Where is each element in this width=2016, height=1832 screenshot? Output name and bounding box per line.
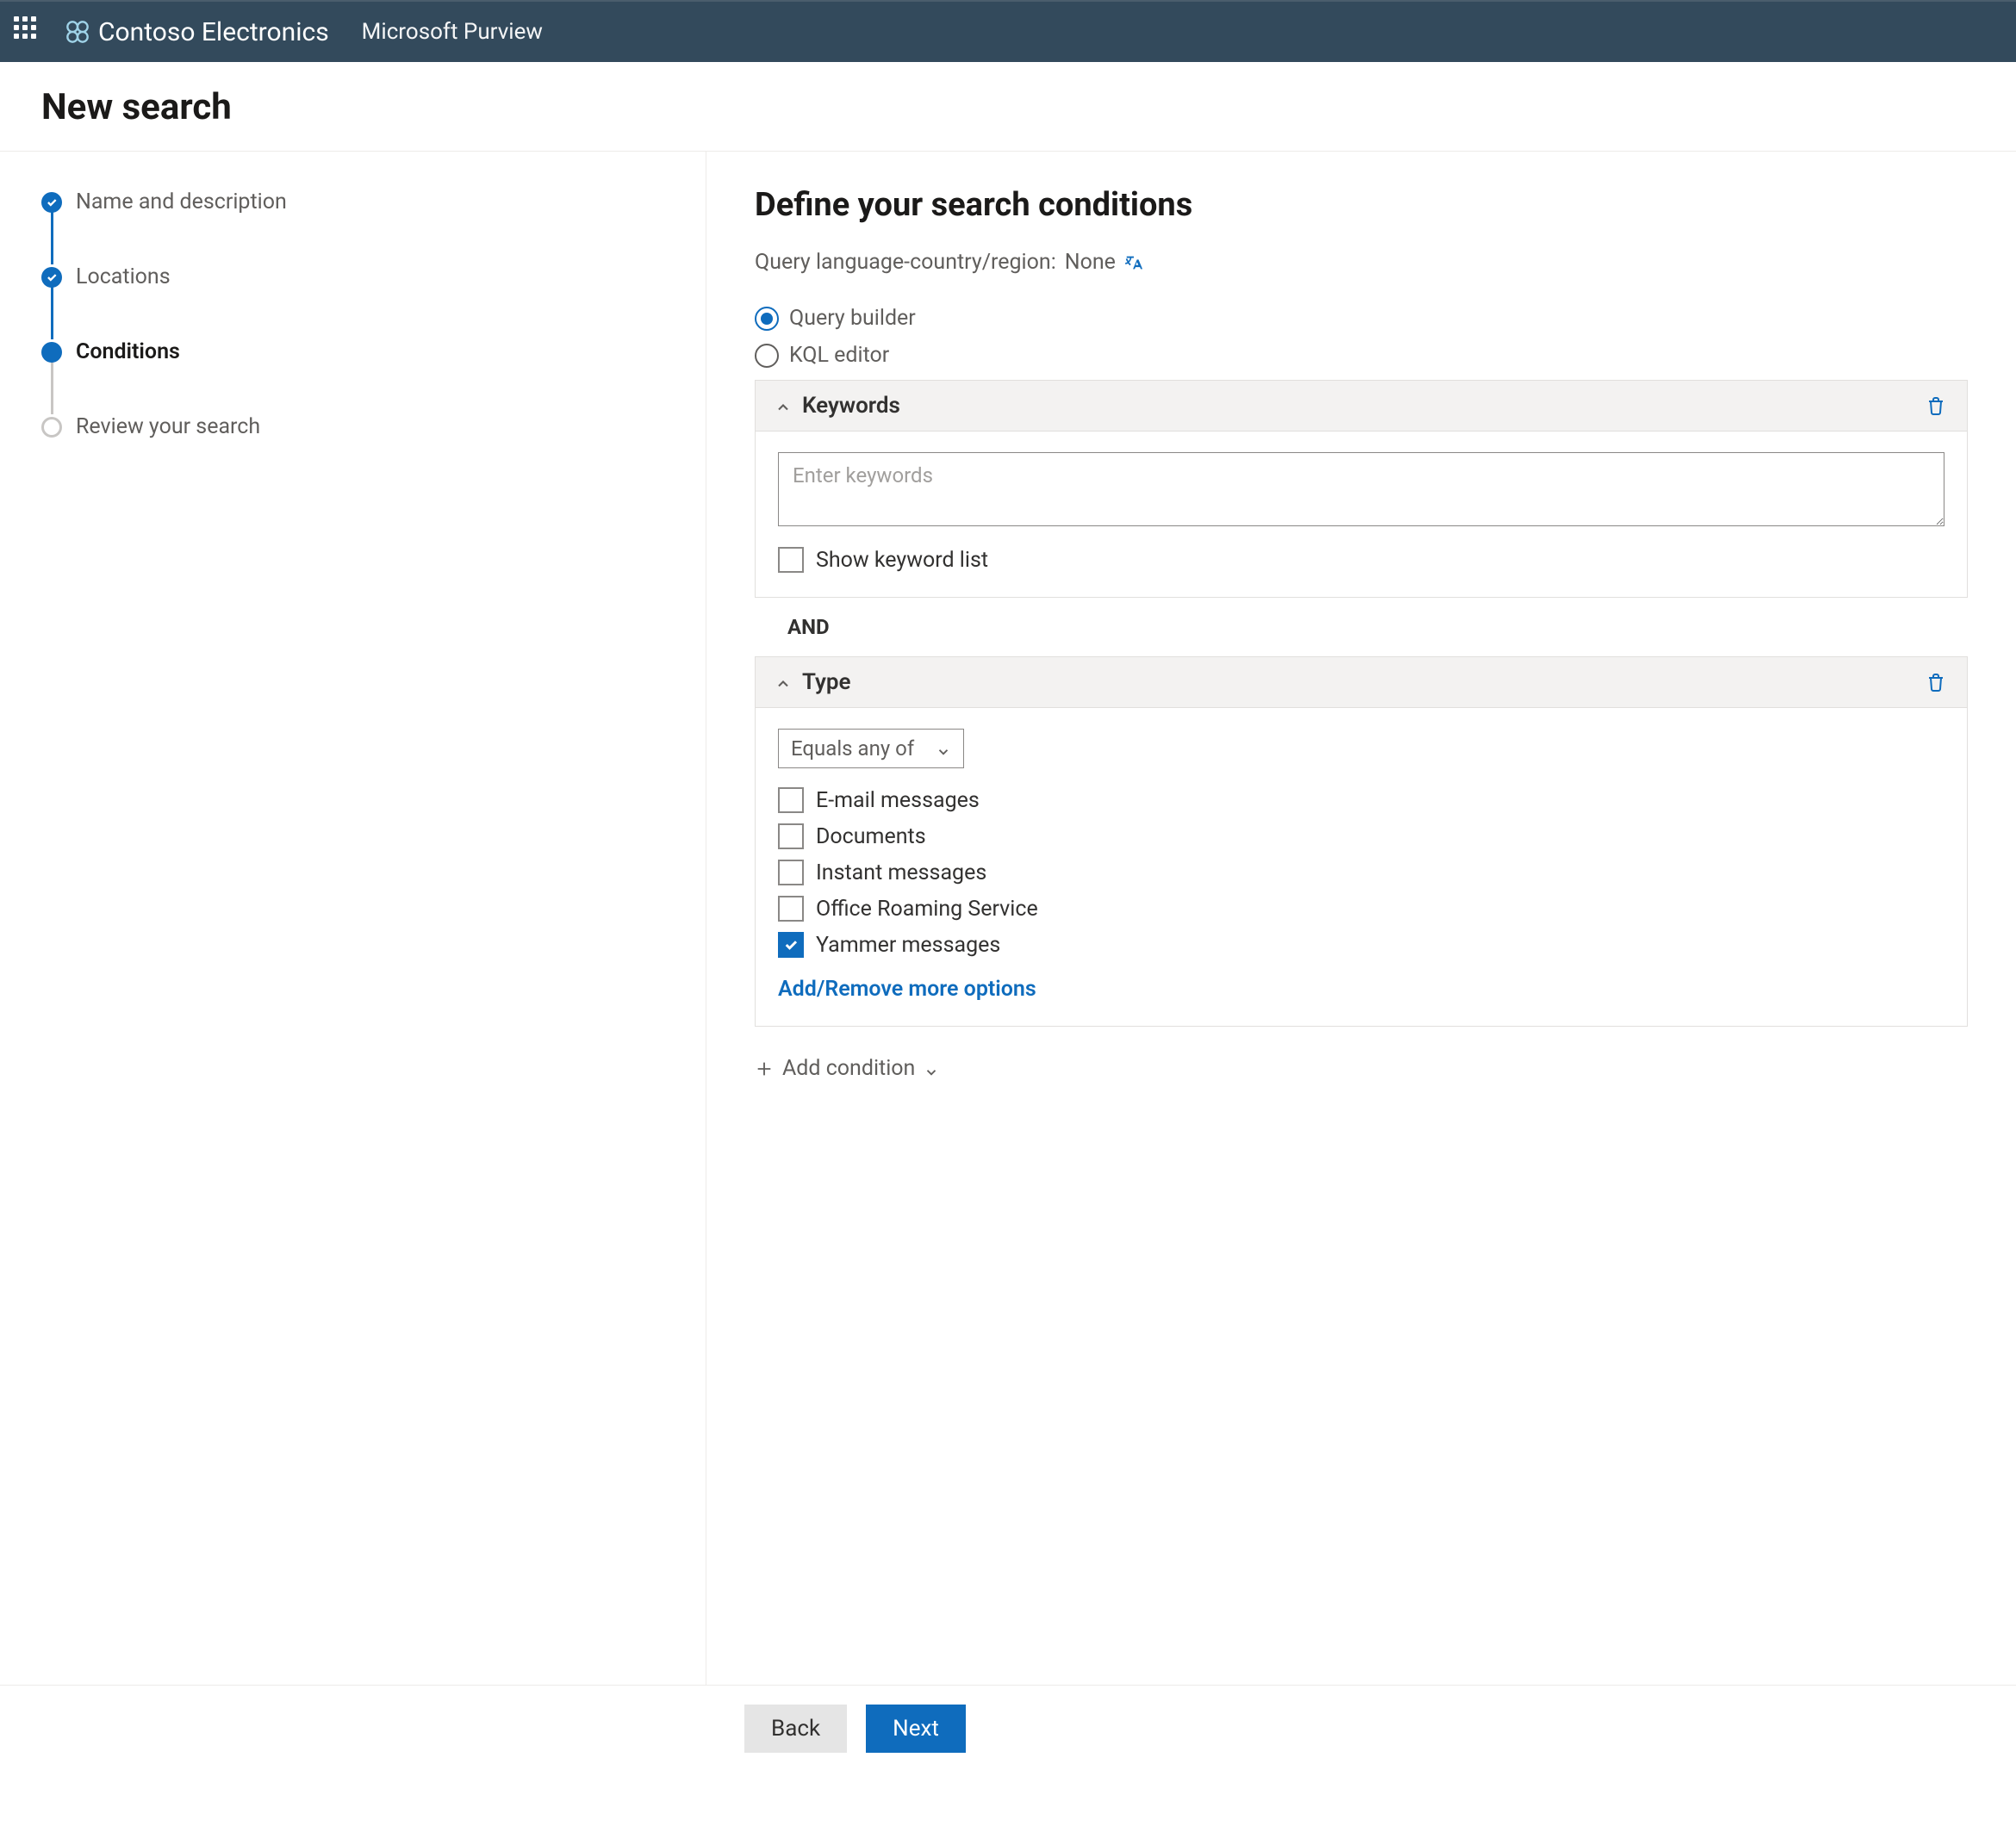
org-logo-icon bbox=[65, 20, 90, 44]
checkbox-icon bbox=[778, 860, 804, 885]
app-launcher-icon[interactable] bbox=[14, 16, 45, 47]
chevron-down-icon bbox=[924, 1061, 939, 1077]
checkbox-label: Instant messages bbox=[816, 860, 986, 885]
keywords-input[interactable] bbox=[778, 452, 1944, 526]
query-language-row[interactable]: Query language-country/region: None bbox=[755, 250, 1968, 275]
checkbox-label: Office Roaming Service bbox=[816, 897, 1038, 922]
radio-label: Query builder bbox=[789, 306, 916, 331]
step-label: Locations bbox=[76, 264, 171, 289]
translate-icon[interactable] bbox=[1124, 253, 1143, 272]
query-language-value: None bbox=[1065, 250, 1116, 275]
back-button[interactable]: Back bbox=[744, 1705, 847, 1753]
show-keyword-list-checkbox[interactable]: Show keyword list bbox=[778, 547, 1944, 573]
checkbox-icon bbox=[778, 823, 804, 849]
step-name-and-description[interactable]: Name and description bbox=[41, 189, 671, 264]
checkbox-icon bbox=[778, 547, 804, 573]
check-icon bbox=[41, 192, 62, 213]
page-title-row: New search bbox=[0, 62, 2016, 152]
delete-icon[interactable] bbox=[1924, 394, 1948, 418]
radio-icon bbox=[755, 307, 779, 331]
page-title: New search bbox=[41, 86, 1975, 128]
type-option-yammer[interactable]: Yammer messages bbox=[778, 932, 1944, 958]
delete-icon[interactable] bbox=[1924, 670, 1948, 694]
keywords-card: Keywords Show keyword list bbox=[755, 380, 1968, 598]
add-remove-options-link[interactable]: Add/Remove more options bbox=[778, 977, 1944, 1002]
step-conditions[interactable]: Conditions bbox=[41, 339, 671, 414]
radio-label: KQL editor bbox=[789, 343, 889, 368]
step-label: Conditions bbox=[76, 339, 180, 364]
main-panel: Define your search conditions Query lang… bbox=[706, 152, 2016, 1685]
type-card: Type Equals any of bbox=[755, 656, 1968, 1027]
card-title: Keywords bbox=[802, 393, 900, 419]
keywords-card-header[interactable]: Keywords bbox=[756, 381, 1967, 432]
pending-step-icon bbox=[41, 417, 62, 438]
chevron-up-icon bbox=[775, 674, 792, 691]
mode-kql-editor[interactable]: KQL editor bbox=[755, 343, 1968, 368]
add-condition-button[interactable]: Add condition bbox=[755, 1056, 1968, 1081]
radio-icon bbox=[755, 344, 779, 368]
checkbox-label: Yammer messages bbox=[816, 933, 1000, 958]
chevron-up-icon bbox=[775, 397, 792, 414]
global-header: Contoso Electronics Microsoft Purview bbox=[0, 0, 2016, 62]
section-heading: Define your search conditions bbox=[755, 186, 1968, 224]
check-icon bbox=[41, 267, 62, 288]
product-name[interactable]: Microsoft Purview bbox=[362, 19, 543, 45]
checkbox-icon bbox=[778, 932, 804, 958]
type-option-instant-messages[interactable]: Instant messages bbox=[778, 860, 1944, 885]
card-title: Type bbox=[802, 669, 851, 695]
type-option-documents[interactable]: Documents bbox=[778, 823, 1944, 849]
type-options-list: E-mail messages Documents Instant messag… bbox=[778, 787, 1944, 958]
next-button[interactable]: Next bbox=[866, 1705, 966, 1753]
step-locations[interactable]: Locations bbox=[41, 264, 671, 339]
chevron-down-icon bbox=[936, 741, 951, 756]
type-card-header[interactable]: Type bbox=[756, 657, 1967, 708]
condition-operator: AND bbox=[755, 598, 1968, 656]
step-label: Name and description bbox=[76, 189, 287, 214]
checkbox-label: Documents bbox=[816, 824, 926, 849]
org-name[interactable]: Contoso Electronics bbox=[98, 17, 329, 47]
type-operator-select[interactable]: Equals any of bbox=[778, 729, 964, 768]
checkbox-icon bbox=[778, 896, 804, 922]
plus-icon bbox=[755, 1059, 774, 1078]
query-language-label: Query language-country/region: bbox=[755, 250, 1056, 275]
current-step-icon bbox=[41, 342, 62, 363]
add-condition-label: Add condition bbox=[782, 1056, 915, 1081]
wizard-footer: Back Next bbox=[0, 1685, 2016, 1784]
wizard-stepper: Name and description Locations Condition… bbox=[0, 152, 706, 1685]
checkbox-label: Show keyword list bbox=[816, 548, 988, 573]
checkbox-label: E-mail messages bbox=[816, 788, 980, 813]
mode-query-builder[interactable]: Query builder bbox=[755, 306, 1968, 331]
checkbox-icon bbox=[778, 787, 804, 813]
step-label: Review your search bbox=[76, 414, 260, 439]
type-option-email[interactable]: E-mail messages bbox=[778, 787, 1944, 813]
select-value: Equals any of bbox=[791, 736, 914, 761]
type-option-office-roaming[interactable]: Office Roaming Service bbox=[778, 896, 1944, 922]
step-review[interactable]: Review your search bbox=[41, 414, 671, 439]
